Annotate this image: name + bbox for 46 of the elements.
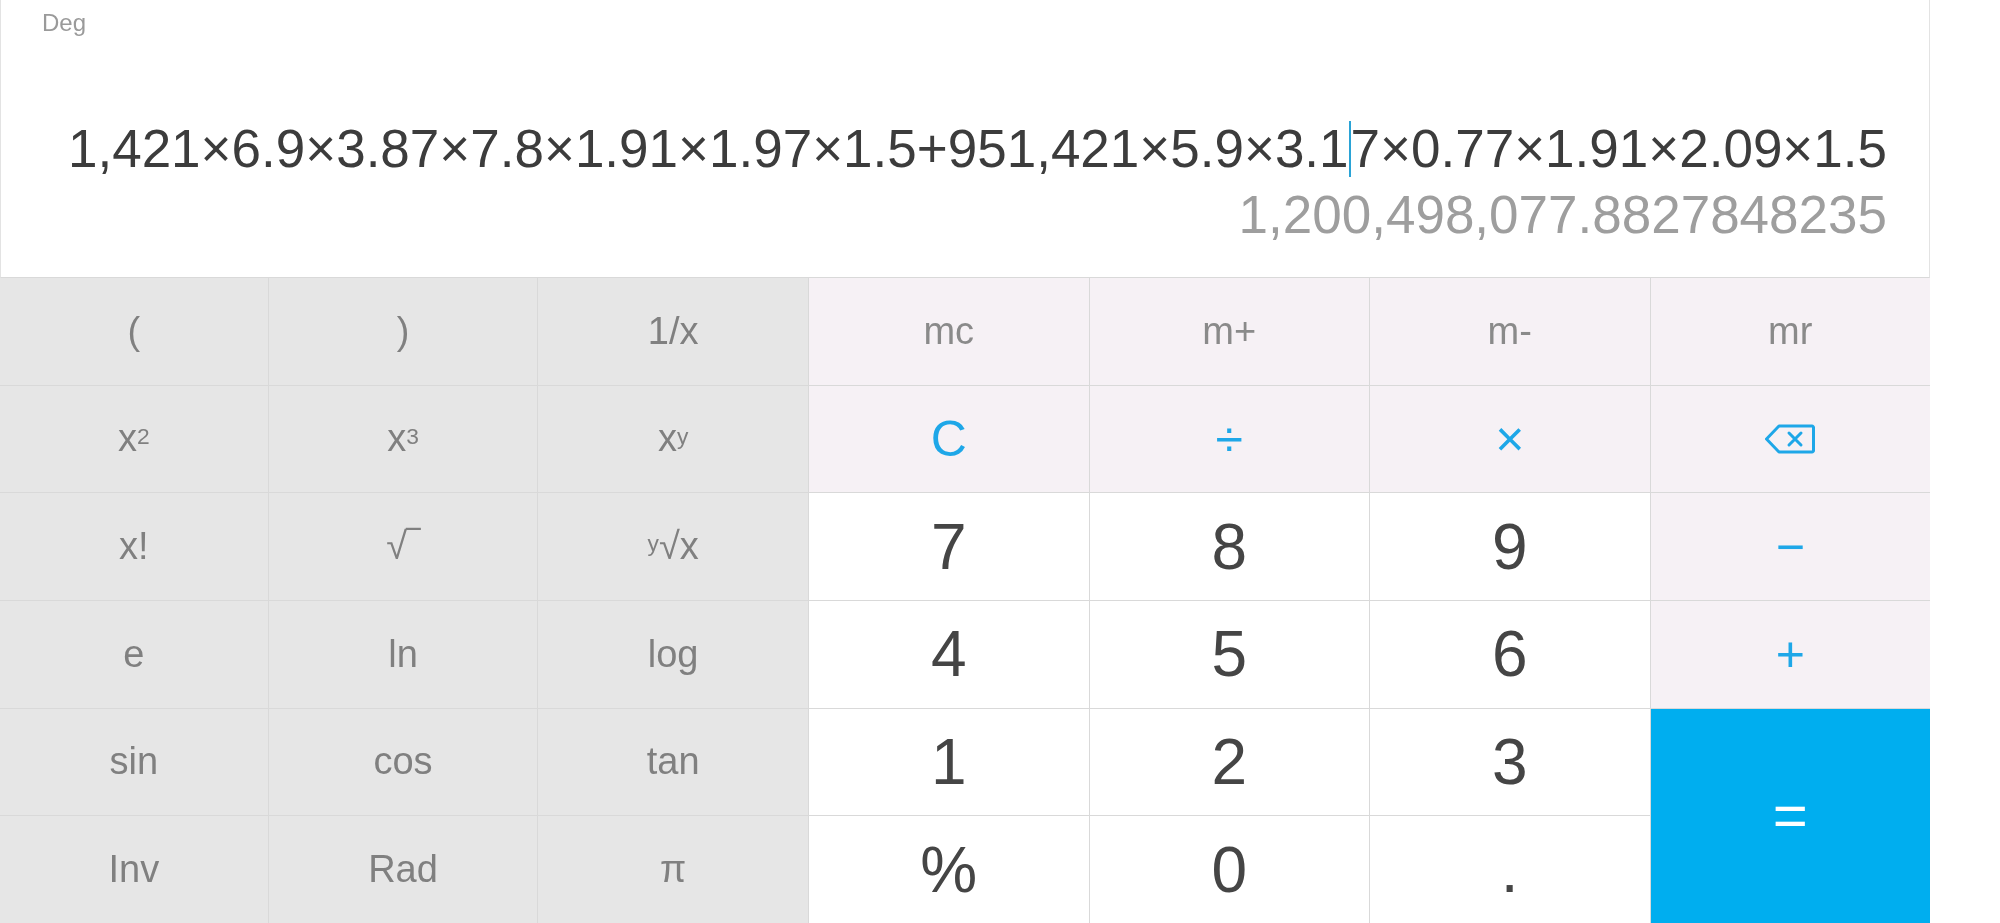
function-key[interactable]: x$^{2}$ bbox=[0, 385, 268, 493]
number-key[interactable]: 1 bbox=[809, 708, 1089, 816]
function-key[interactable]: x$^{y}$ bbox=[538, 385, 808, 493]
number-key[interactable]: 2 bbox=[1089, 708, 1369, 816]
number-key[interactable]: 6 bbox=[1370, 601, 1650, 708]
memory-key[interactable]: mr bbox=[1650, 278, 1930, 385]
function-key[interactable]: e bbox=[0, 601, 268, 708]
number-key[interactable]: 0 bbox=[1089, 816, 1369, 923]
angle-mode-label: Deg bbox=[42, 8, 87, 38]
function-key[interactable]: 1/x bbox=[538, 278, 808, 385]
memory-key[interactable]: m- bbox=[1370, 278, 1650, 385]
number-key[interactable]: 4 bbox=[809, 601, 1089, 708]
function-key[interactable]: ln bbox=[268, 601, 538, 708]
function-key[interactable]: x$^{3}$ bbox=[268, 385, 538, 493]
number-key[interactable]: 5 bbox=[1089, 601, 1369, 708]
function-key[interactable]: tan bbox=[538, 708, 808, 816]
number-key[interactable]: 7 bbox=[809, 493, 1089, 600]
number-key[interactable]: 8 bbox=[1089, 493, 1369, 600]
function-key[interactable]: sin bbox=[0, 708, 268, 816]
function-key[interactable]: π bbox=[538, 816, 808, 923]
memory-key[interactable]: mc bbox=[809, 278, 1089, 385]
operator-key[interactable]: C bbox=[809, 385, 1089, 493]
function-key[interactable]: ) bbox=[268, 278, 538, 385]
function-key[interactable]: $^{y}$√x bbox=[538, 493, 808, 600]
text-cursor bbox=[1348, 121, 1351, 177]
operator-key[interactable]: + bbox=[1650, 601, 1930, 708]
function-key[interactable]: cos bbox=[268, 708, 538, 816]
result-text: 1,200,498,077.8827848235 bbox=[1238, 184, 1887, 246]
operator-key[interactable]: − bbox=[1650, 493, 1930, 600]
function-key[interactable]: Rad bbox=[268, 816, 538, 923]
function-key[interactable]: log bbox=[538, 601, 808, 708]
operator-key[interactable]: ÷ bbox=[1089, 385, 1369, 493]
expression-field[interactable]: 1,421×6.9×3.87×7.8×1.91×1.97×1.5+951,421×5.9×3.17×0.77×1.91×2.09×1.5 bbox=[67, 118, 1887, 180]
equals-key[interactable]: = bbox=[1650, 708, 1930, 923]
number-key[interactable]: . bbox=[1370, 816, 1650, 923]
function-key[interactable]: √‾ bbox=[268, 493, 538, 600]
backspace-key[interactable] bbox=[1650, 385, 1930, 493]
function-key[interactable]: ( bbox=[0, 278, 268, 385]
number-key[interactable]: 9 bbox=[1370, 493, 1650, 600]
memory-key[interactable]: m+ bbox=[1089, 278, 1369, 385]
number-key[interactable]: 3 bbox=[1370, 708, 1650, 816]
backspace-icon bbox=[1765, 424, 1816, 454]
number-key[interactable]: % bbox=[809, 816, 1089, 923]
function-key[interactable]: Inv bbox=[0, 816, 268, 923]
function-key[interactable]: x! bbox=[0, 493, 268, 600]
operator-key[interactable]: × bbox=[1370, 385, 1650, 493]
